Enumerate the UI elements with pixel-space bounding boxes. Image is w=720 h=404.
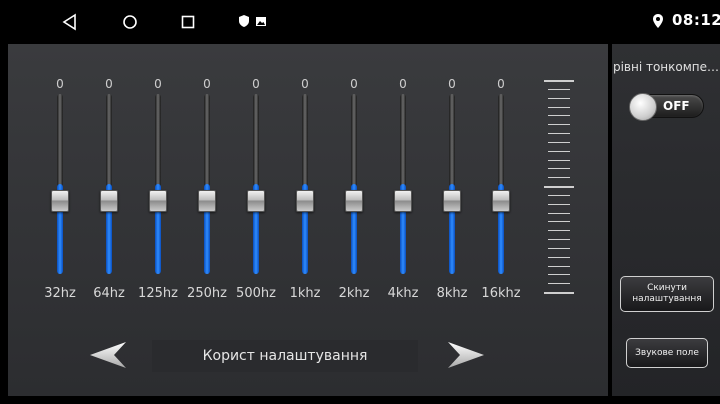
band-value: 0: [301, 77, 309, 91]
reset-settings-button[interactable]: Скинути налаштування: [620, 276, 714, 312]
band-slider-track[interactable]: [302, 94, 308, 274]
band-slider-track[interactable]: [449, 94, 455, 274]
side-panel: рівні тонкомпе… OFF Скинути налаштування…: [612, 44, 720, 396]
band-frequency-label: 125hz: [138, 286, 178, 301]
band-slider-thumb[interactable]: [100, 190, 118, 212]
band-frequency-label: 4khz: [387, 286, 419, 301]
loudness-title: рівні тонкомпе…: [612, 60, 720, 74]
scale-tick: [548, 239, 570, 240]
scale-tick: [544, 186, 574, 188]
reset-settings-label: Скинути налаштування: [632, 283, 702, 304]
eq-band: 0 125hz: [138, 44, 178, 314]
scale-tick: [548, 213, 570, 214]
db-scale: [544, 80, 574, 294]
band-slider-thumb[interactable]: [296, 190, 314, 212]
scale-tick: [548, 98, 570, 99]
loudness-toggle[interactable]: OFF: [629, 93, 704, 121]
equalizer-panel: 0 32hz 0 64hz 0 125hz 0 250hz 0 500hz 0 1khz 0 2khz 0 4…: [8, 44, 608, 396]
band-frequency-label: 2khz: [338, 286, 370, 301]
band-slider-thumb[interactable]: [51, 190, 69, 212]
toggle-label: OFF: [663, 99, 690, 113]
eq-band: 0 16khz: [481, 44, 521, 314]
band-slider-thumb[interactable]: [247, 190, 265, 212]
preset-selector[interactable]: Корист налаштування: [152, 340, 418, 372]
previous-preset-arrow-icon[interactable]: [86, 340, 130, 370]
sound-field-button[interactable]: Звукове поле: [626, 338, 708, 368]
status-bar: 08:12: [0, 0, 720, 44]
eq-band: 0 64hz: [89, 44, 129, 314]
location-pin-icon: [653, 14, 663, 28]
band-slider-thumb[interactable]: [149, 190, 167, 212]
scale-tick: [544, 80, 574, 82]
band-slider-thumb[interactable]: [394, 190, 412, 212]
scale-tick: [548, 221, 570, 222]
scale-tick: [548, 142, 570, 143]
scale-tick: [548, 160, 570, 161]
scale-tick: [548, 89, 570, 90]
scale-tick: [548, 151, 570, 152]
band-value: 0: [203, 77, 211, 91]
band-value: 0: [252, 77, 260, 91]
scale-tick: [548, 248, 570, 249]
band-slider-thumb[interactable]: [198, 190, 216, 212]
band-value: 0: [105, 77, 113, 91]
preset-label: Корист налаштування: [202, 348, 368, 364]
band-slider-track[interactable]: [106, 94, 112, 274]
band-slider-thumb[interactable]: [443, 190, 461, 212]
eq-band: 0 2khz: [334, 44, 374, 314]
band-frequency-label: 64hz: [93, 286, 125, 301]
recents-square-icon[interactable]: [178, 12, 198, 32]
eq-band: 0 1khz: [285, 44, 325, 314]
scale-tick: [548, 283, 570, 284]
band-slider-track[interactable]: [400, 94, 406, 274]
band-frequency-label: 1khz: [289, 286, 321, 301]
scale-tick: [544, 292, 574, 294]
home-circle-icon[interactable]: [120, 12, 140, 32]
back-triangle-icon[interactable]: [60, 12, 80, 32]
band-value: 0: [448, 77, 456, 91]
scale-tick: [548, 177, 570, 178]
scale-tick: [548, 124, 570, 125]
shield-icon: [239, 15, 249, 27]
band-slider-track[interactable]: [351, 94, 357, 274]
band-slider-thumb[interactable]: [492, 190, 510, 212]
band-frequency-label: 250hz: [187, 286, 227, 301]
eq-band: 0 8khz: [432, 44, 472, 314]
band-slider-track[interactable]: [57, 94, 63, 274]
band-value: 0: [154, 77, 162, 91]
scale-tick: [548, 204, 570, 205]
band-frequency-label: 8khz: [436, 286, 468, 301]
image-icon: [256, 17, 266, 26]
band-frequency-label: 16khz: [481, 286, 521, 301]
eq-band: 0 500hz: [236, 44, 276, 314]
scale-tick: [548, 168, 570, 169]
band-slider-thumb[interactable]: [345, 190, 363, 212]
scale-tick: [548, 133, 570, 134]
band-frequency-label: 500hz: [236, 286, 276, 301]
toggle-knob: [629, 93, 657, 121]
band-slider-track[interactable]: [204, 94, 210, 274]
scale-tick: [548, 115, 570, 116]
next-preset-arrow-icon[interactable]: [444, 340, 488, 370]
band-value: 0: [56, 77, 64, 91]
scale-tick: [548, 107, 570, 108]
scale-tick: [548, 257, 570, 258]
band-slider-track[interactable]: [253, 94, 259, 274]
band-slider-track[interactable]: [498, 94, 504, 274]
band-value: 0: [399, 77, 407, 91]
eq-band: 0 250hz: [187, 44, 227, 314]
scale-tick: [548, 230, 570, 231]
band-value: 0: [497, 77, 505, 91]
eq-band: 0 4khz: [383, 44, 423, 314]
band-slider-track[interactable]: [155, 94, 161, 274]
eq-band: 0 32hz: [40, 44, 80, 314]
scale-tick: [548, 274, 570, 275]
band-value: 0: [350, 77, 358, 91]
scale-tick: [548, 195, 570, 196]
clock: 08:12: [672, 11, 720, 29]
scale-tick: [548, 266, 570, 267]
sound-field-label: Звукове поле: [635, 347, 699, 358]
band-frequency-label: 32hz: [44, 286, 76, 301]
